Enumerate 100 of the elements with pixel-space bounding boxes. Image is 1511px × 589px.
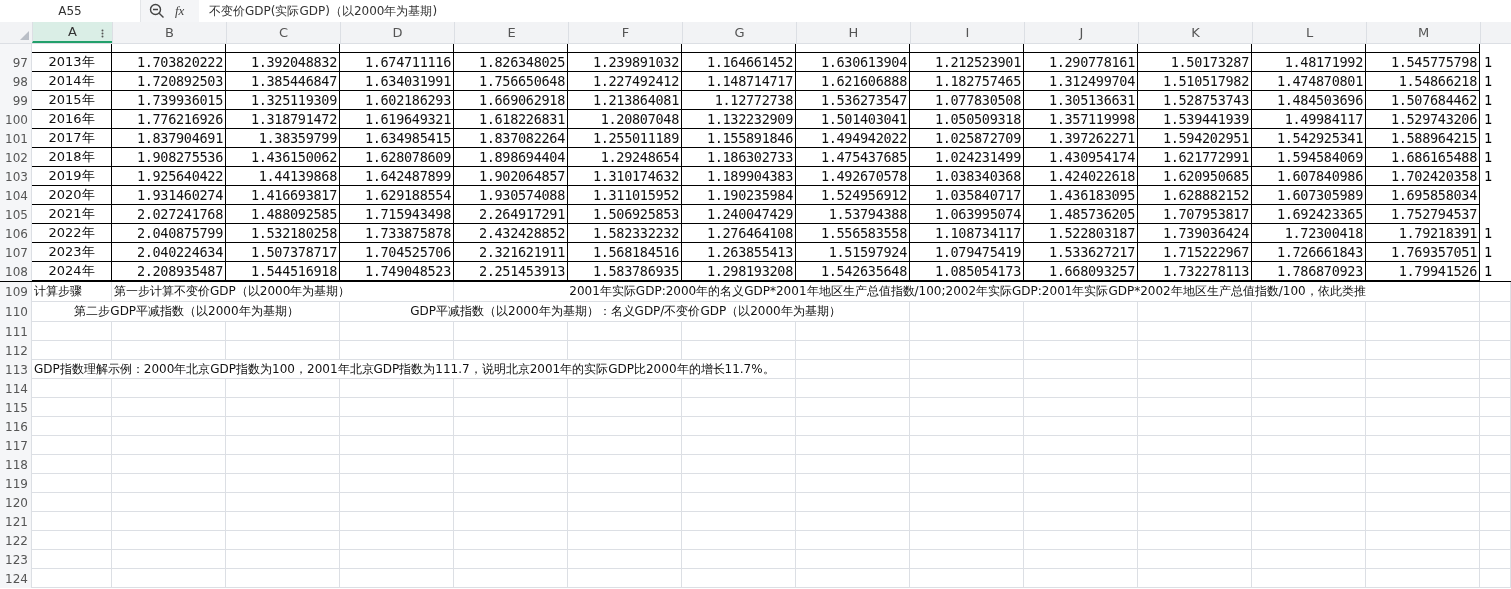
- name-box[interactable]: A55: [0, 0, 141, 22]
- table-cell: 1.148714717: [682, 72, 796, 91]
- table-cell-text: 1: [1483, 262, 1494, 281]
- row-number[interactable]: 98: [0, 72, 32, 91]
- table-cell: 1.588964215: [1366, 129, 1480, 148]
- table-cell: 1.190235984: [682, 186, 796, 205]
- column-header[interactable]: K: [1138, 22, 1252, 43]
- table-cell: 1.155891846: [682, 129, 796, 148]
- row-number[interactable]: 99: [0, 91, 32, 110]
- table-cell: 1.392048832: [226, 53, 340, 72]
- row-number[interactable]: 119: [0, 474, 32, 493]
- table-cell: 1.29248654: [568, 148, 682, 167]
- function-button[interactable]: fx: [175, 3, 193, 19]
- row-number[interactable]: 101: [0, 129, 32, 148]
- table-cell-text: 1: [1483, 72, 1494, 91]
- row-number[interactable]: 108: [0, 262, 32, 281]
- formula-field[interactable]: 不变价GDP(实际GDP)（以2000年为基期): [199, 0, 1511, 22]
- column-header[interactable]: B: [112, 22, 226, 43]
- table-cell: 1.686165488: [1366, 148, 1480, 167]
- table-cell: 1.536273547: [796, 91, 910, 110]
- column-header[interactable]: F: [568, 22, 682, 43]
- row-number[interactable]: 105: [0, 205, 32, 224]
- table-cell-text: 1: [1483, 224, 1494, 243]
- table-cell: 1.621606888: [796, 72, 910, 91]
- row-number[interactable]: 121: [0, 512, 32, 531]
- table-cell: 2.264917291: [454, 205, 568, 224]
- table-cell: [1480, 379, 1511, 398]
- table-cell: 1.38359799: [226, 129, 340, 148]
- zoom-out-icon[interactable]: [149, 3, 165, 19]
- table-cell: 1.024231499: [910, 148, 1024, 167]
- column-header[interactable]: A: [32, 22, 112, 43]
- row-number[interactable]: 120: [0, 493, 32, 512]
- row-number[interactable]: 107: [0, 243, 32, 262]
- table-cell-text: 1: [1483, 91, 1494, 110]
- row-number[interactable]: 116: [0, 417, 32, 436]
- table-cell: 1.492670578: [796, 167, 910, 186]
- table-cell: [1480, 436, 1511, 455]
- row-header[interactable]: [0, 44, 32, 53]
- row-number[interactable]: 117: [0, 436, 32, 455]
- table-cell: 1.607305989: [1252, 186, 1366, 205]
- column-header[interactable]: J: [1024, 22, 1138, 43]
- row-number[interactable]: 123: [0, 550, 32, 569]
- column-header[interactable]: G: [682, 22, 796, 43]
- table-cell: 1.556583558: [796, 224, 910, 243]
- row-number[interactable]: 106: [0, 224, 32, 243]
- table-cell: 1.227492412: [568, 72, 682, 91]
- row-number[interactable]: 109: [0, 282, 32, 302]
- table-cell: 1.619649321: [340, 110, 454, 129]
- row-number[interactable]: 103: [0, 167, 32, 186]
- table-cell: 1.186302733: [682, 148, 796, 167]
- column-header[interactable]: L: [1252, 22, 1366, 43]
- row-number[interactable]: 102: [0, 148, 32, 167]
- more-icon[interactable]: [101, 28, 104, 39]
- table-cell: 1.311015952: [568, 186, 682, 205]
- table-cell: 1.475437685: [796, 148, 910, 167]
- row-number[interactable]: 124: [0, 569, 32, 588]
- table-cell: [1480, 550, 1511, 569]
- row-number[interactable]: 115: [0, 398, 32, 417]
- table-cell: 1.436183095: [1024, 186, 1138, 205]
- table-cell: 1.20807048: [568, 110, 682, 129]
- table-cell: 1.568184516: [568, 243, 682, 262]
- row-number[interactable]: 97: [0, 53, 32, 72]
- row-number[interactable]: 112: [0, 341, 32, 360]
- table-cell: 1.749048523: [340, 262, 454, 281]
- table-cell: 1.49984117: [1252, 110, 1366, 129]
- select-all-icon[interactable]: [20, 31, 29, 40]
- column-header[interactable]: I: [910, 22, 1024, 43]
- table-cell: 1.583786935: [568, 262, 682, 281]
- row-number[interactable]: 113: [0, 360, 32, 379]
- table-cell: 1.038340368: [910, 167, 1024, 186]
- row-number[interactable]: 114: [0, 379, 32, 398]
- table-cell: 1.213864081: [568, 91, 682, 110]
- table-cell: 2.040224634: [112, 243, 226, 262]
- table-cell: 第二步GDP平减指数（以2000年为基期）: [32, 302, 340, 322]
- table-cell: 1.739936015: [112, 91, 226, 110]
- row-number[interactable]: 118: [0, 455, 32, 474]
- row-number[interactable]: 104: [0, 186, 32, 205]
- table-cell: 2013年: [32, 53, 112, 72]
- column-header[interactable]: E: [454, 22, 568, 43]
- column-header[interactable]: C: [226, 22, 340, 43]
- table-cell: 1.025872709: [910, 129, 1024, 148]
- table-cell: 1.12772738: [682, 91, 796, 110]
- table-cell: 1.085054173: [910, 262, 1024, 281]
- table-cell: 1.837904691: [112, 129, 226, 148]
- table-cell: 1.063995074: [910, 205, 1024, 224]
- table-cell: 1.357119998: [1024, 110, 1138, 129]
- row-number[interactable]: 122: [0, 531, 32, 550]
- table-cell-text: 1: [1483, 148, 1494, 167]
- table-cell: 1.618226831: [454, 110, 568, 129]
- table-cell: 1.769357051: [1366, 243, 1480, 262]
- row-number[interactable]: 100: [0, 110, 32, 129]
- row-number[interactable]: 110: [0, 302, 32, 322]
- table-cell: [1480, 417, 1511, 436]
- table-cell: 2016年: [32, 110, 112, 129]
- column-header[interactable]: D: [340, 22, 454, 43]
- column-header[interactable]: H: [796, 22, 910, 43]
- column-header[interactable]: M: [1366, 22, 1480, 43]
- table-cell: 1.79218391: [1366, 224, 1480, 243]
- row-number[interactable]: 111: [0, 322, 32, 341]
- table-cell: 1.930574088: [454, 186, 568, 205]
